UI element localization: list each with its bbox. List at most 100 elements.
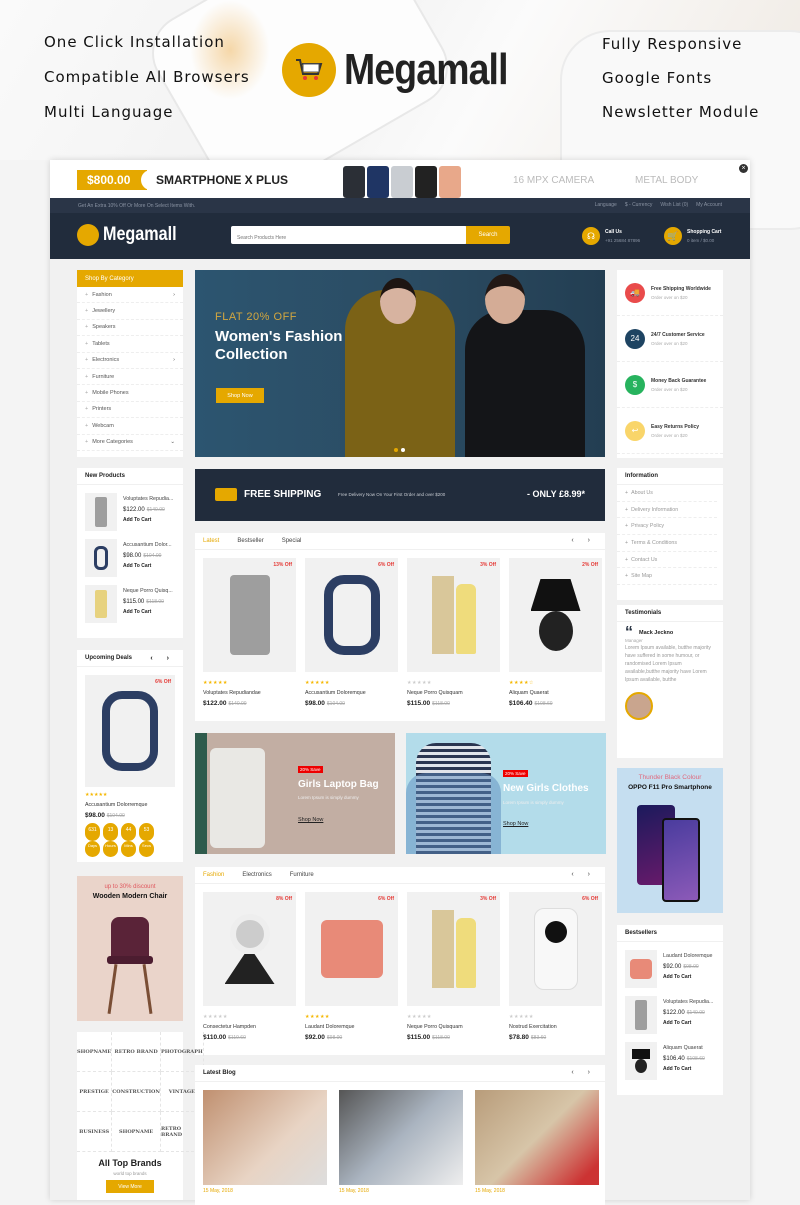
- product-name[interactable]: Accusantium Doloremque: [305, 690, 398, 696]
- product-card[interactable]: 8% Off ★★★★★ Consectetur Hampden $110.00 $11…: [203, 892, 296, 1041]
- hero-shop-now-button[interactable]: Shop Now: [216, 388, 264, 403]
- close-icon[interactable]: ×: [739, 164, 748, 173]
- information-link[interactable]: + Delivery Information: [617, 502, 717, 519]
- product-name[interactable]: Aliquam Quaerat: [509, 690, 602, 696]
- oppo-banner[interactable]: Thunder Black Colour OPPO F11 Pro Smartp…: [617, 768, 723, 913]
- tab-furniture[interactable]: Furniture: [290, 872, 314, 878]
- slider-dot[interactable]: [394, 448, 398, 452]
- product-image[interactable]: 6% Off: [305, 558, 398, 672]
- promo-bar[interactable]: $800.00 SMARTPHONE X PLUS 16 MPX CAMERA …: [50, 160, 750, 198]
- category-item[interactable]: + Webcam: [77, 418, 183, 435]
- product-thumbnail[interactable]: [625, 950, 657, 988]
- list-item[interactable]: Aliquam Quaerat $106.40 $108.60 Add To Cart: [617, 1042, 723, 1080]
- product-name[interactable]: Voluptates Repudiandae: [203, 690, 296, 696]
- shop-now-link[interactable]: Shop Now: [298, 817, 323, 823]
- product-card[interactable]: 2% Off ★★★★☆ Aliquam Quaerat $106.40 $108.60: [509, 558, 602, 707]
- call-us[interactable]: ☊ Call Us +91 25684 87896: [582, 227, 640, 245]
- brand-logo[interactable]: SHOPNAME: [112, 1112, 161, 1152]
- category-item[interactable]: + More Categories ⌄: [77, 435, 183, 451]
- product-name[interactable]: Voluptates Repudia...: [123, 496, 173, 502]
- information-link[interactable]: + Terms & Conditions: [617, 535, 717, 552]
- logo[interactable]: Megamall: [77, 224, 190, 246]
- product-image[interactable]: 6% Off: [305, 892, 398, 1006]
- product-name[interactable]: Voluptates Repudia...: [663, 999, 713, 1005]
- product-thumbnail[interactable]: [625, 996, 657, 1034]
- product-name[interactable]: Neque Porro Quisq...: [123, 588, 173, 594]
- slider-dot[interactable]: [401, 448, 405, 452]
- product-card[interactable]: 13% Off ★★★★★ Voluptates Repudiandae $122.0…: [203, 558, 296, 707]
- product-image[interactable]: 3% Off: [407, 892, 500, 1006]
- category-item[interactable]: + Jewellery: [77, 303, 183, 320]
- product-name[interactable]: Consectetur Hampden: [203, 1024, 296, 1030]
- carousel-nav[interactable]: ‹ ›: [571, 871, 596, 878]
- girls-clothes-banner[interactable]: 20% Save New Girls Clothes Lorem Ipsum i…: [406, 733, 606, 854]
- carousel-nav[interactable]: ‹ ›: [150, 655, 175, 662]
- search-button[interactable]: Search: [466, 226, 510, 244]
- tab-special[interactable]: Special: [282, 538, 302, 544]
- product-thumbnail[interactable]: [625, 1042, 657, 1080]
- information-link[interactable]: + Contact Us: [617, 552, 717, 569]
- product-card[interactable]: 6% Off ★★★★★ Laudant Doloremque $92.00 $98.0…: [305, 892, 398, 1041]
- category-item[interactable]: + Tablets: [77, 336, 183, 353]
- blog-post[interactable]: 15 May, 2018: [339, 1090, 463, 1194]
- product-thumbnail[interactable]: [85, 493, 117, 531]
- deal-name[interactable]: Accusantium Dolorremque: [85, 802, 175, 808]
- product-image[interactable]: 6% Off: [509, 892, 602, 1006]
- shopping-cart[interactable]: 🛒 Shopping Cart 0 item / $0.00: [664, 227, 721, 245]
- add-to-cart-link[interactable]: Add To Cart: [123, 609, 173, 615]
- category-item[interactable]: + Speakers: [77, 320, 183, 337]
- add-to-cart-link[interactable]: Add To Cart: [123, 517, 173, 523]
- add-to-cart-link[interactable]: Add To Cart: [663, 974, 712, 980]
- brand-logo[interactable]: SHOPNAME: [77, 1032, 113, 1072]
- tab-electronics[interactable]: Electronics: [242, 872, 271, 878]
- category-item[interactable]: + Electronics ›: [77, 353, 183, 369]
- product-thumbnail[interactable]: [85, 585, 117, 623]
- product-image[interactable]: 2% Off: [509, 558, 602, 672]
- blog-post[interactable]: 15 May, 2018: [203, 1090, 327, 1194]
- carousel-nav[interactable]: ‹ ›: [571, 1069, 596, 1076]
- product-image[interactable]: 13% Off: [203, 558, 296, 672]
- add-to-cart-link[interactable]: Add To Cart: [663, 1066, 705, 1072]
- list-item[interactable]: Neque Porro Quisq... $115.00 $118.00 Add To…: [77, 585, 183, 623]
- blog-image[interactable]: [339, 1090, 463, 1185]
- chair-banner[interactable]: up to 30% discount Wooden Modern Chair: [77, 876, 183, 1021]
- product-name[interactable]: Laudant Doloremque: [305, 1024, 398, 1030]
- product-name[interactable]: Laudant Doloremque: [663, 953, 712, 959]
- brand-logo[interactable]: PRESTIGE: [77, 1072, 113, 1112]
- category-item[interactable]: + Printers: [77, 402, 183, 419]
- category-item[interactable]: + Furniture: [77, 369, 183, 386]
- brand-logo[interactable]: BUSINESS: [77, 1112, 113, 1152]
- product-card[interactable]: 6% Off ★★★★★ Nostrud Exercitation $78.80 $83…: [509, 892, 602, 1041]
- deal-product-image[interactable]: 6% Off: [85, 675, 175, 787]
- brand-logo[interactable]: CONSTRUCTION: [112, 1072, 161, 1112]
- carousel-nav[interactable]: ‹ ›: [571, 537, 596, 544]
- currency-dropdown[interactable]: $ - Currency: [625, 202, 653, 208]
- product-name[interactable]: Accusantium Dolor...: [123, 542, 172, 548]
- product-thumbnail[interactable]: [85, 539, 117, 577]
- blog-image[interactable]: [475, 1090, 599, 1185]
- tab-latest[interactable]: Latest: [203, 538, 219, 544]
- product-image[interactable]: 3% Off: [407, 558, 500, 672]
- information-link[interactable]: + About Us: [617, 485, 717, 502]
- information-link[interactable]: + Site Map: [617, 568, 717, 586]
- product-card[interactable]: 3% Off ★★★★★ Neque Porro Quisquam $115.00 $1…: [407, 558, 500, 707]
- category-item[interactable]: + Fashion ›: [77, 287, 183, 304]
- product-image[interactable]: 8% Off: [203, 892, 296, 1006]
- product-name[interactable]: Aliquam Quaerat: [663, 1045, 705, 1051]
- list-item[interactable]: Accusantium Dolor... $98.00 $104.00 Add To …: [77, 539, 183, 577]
- add-to-cart-link[interactable]: Add To Cart: [123, 563, 172, 569]
- information-link[interactable]: + Privacy Policy: [617, 518, 717, 536]
- add-to-cart-link[interactable]: Add To Cart: [663, 1020, 713, 1026]
- blog-image[interactable]: [203, 1090, 327, 1185]
- list-item[interactable]: Voluptates Repudia... $122.00 $140.00 Add T…: [617, 996, 723, 1034]
- product-name[interactable]: Nostrud Exercitation: [509, 1024, 602, 1030]
- language-dropdown[interactable]: Language: [595, 202, 617, 208]
- tab-bestseller[interactable]: Bestseller: [237, 538, 263, 544]
- hero-slider[interactable]: FLAT 20% OFF Women's Fashion Collection …: [195, 270, 605, 457]
- view-more-button[interactable]: View More: [106, 1180, 154, 1193]
- shop-now-link[interactable]: Shop Now: [503, 821, 528, 827]
- blog-post[interactable]: 15 May, 2018: [475, 1090, 599, 1194]
- list-item[interactable]: Voluptates Repudia... $122.00 $140.00 Add T…: [77, 493, 183, 531]
- laptop-bag-banner[interactable]: 20% Save Girls Laptop Bag Lorem Ipsum is…: [195, 733, 395, 854]
- brand-logo[interactable]: RETRO BRAND: [112, 1032, 161, 1072]
